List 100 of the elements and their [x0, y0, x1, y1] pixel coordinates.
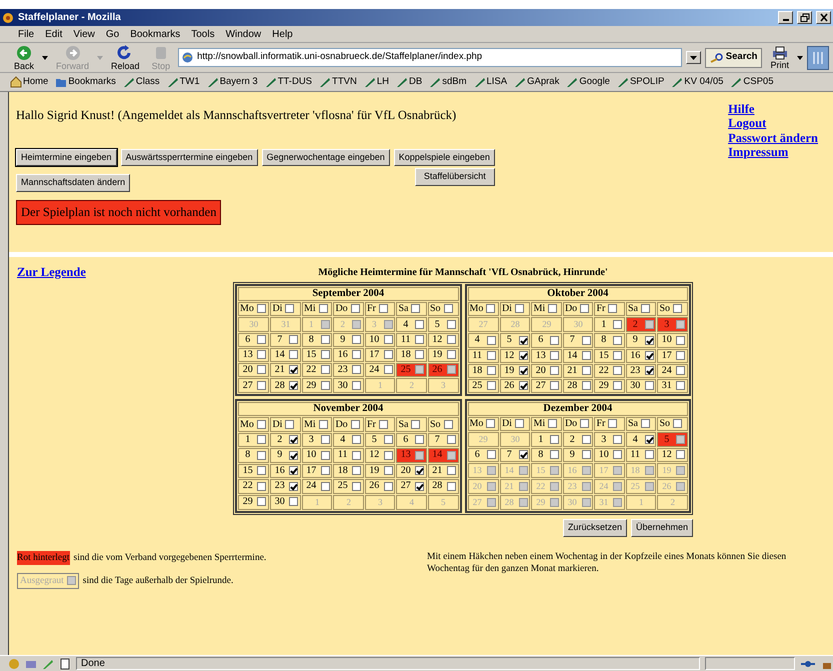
day-checkbox[interactable]	[352, 482, 362, 491]
day-checkbox[interactable]	[486, 366, 496, 375]
nav-link[interactable]: Passwort ändern	[728, 130, 818, 146]
day-checkbox[interactable]	[550, 450, 560, 460]
nav-button[interactable]: Reload	[107, 44, 144, 70]
bookmark-item[interactable]: TTVN	[319, 74, 357, 90]
bookmark-item[interactable]: TT-DUS	[264, 74, 312, 90]
nav-button[interactable]: Back	[10, 44, 38, 70]
bookmark-item[interactable]: Home	[10, 74, 48, 90]
weekday-checkbox[interactable]	[673, 304, 682, 314]
day-checkbox[interactable]	[289, 380, 298, 390]
bookmark-item[interactable]: LISA	[474, 74, 508, 90]
day-checkbox[interactable]	[257, 335, 266, 344]
weekday-checkbox[interactable]	[411, 304, 420, 314]
day-checkbox[interactable]	[644, 336, 654, 345]
day-checkbox[interactable]	[582, 434, 591, 444]
day-checkbox[interactable]	[384, 482, 393, 491]
weekday-checkbox[interactable]	[514, 419, 524, 428]
day-checkbox[interactable]	[415, 482, 424, 491]
menu-item[interactable]: Edit	[45, 26, 62, 42]
day-checkbox[interactable]	[486, 381, 496, 390]
day-checkbox[interactable]	[518, 336, 528, 345]
menu-item[interactable]: Window	[226, 26, 262, 42]
weekday-checkbox[interactable]	[580, 419, 590, 428]
day-checkbox[interactable]	[415, 435, 424, 444]
bookmark-item[interactable]: Google	[566, 74, 610, 90]
day-checkbox[interactable]	[289, 482, 298, 491]
day-checkbox[interactable]	[289, 497, 298, 506]
bookmark-item[interactable]: SPOLIP	[616, 74, 664, 90]
weekday-checkbox[interactable]	[673, 419, 682, 428]
day-checkbox[interactable]	[676, 350, 686, 360]
day-checkbox[interactable]	[582, 366, 591, 375]
weekday-checkbox[interactable]	[608, 304, 618, 314]
day-checkbox[interactable]	[446, 335, 456, 344]
weekday-checkbox[interactable]	[350, 304, 360, 314]
search-button[interactable]: Search	[704, 48, 762, 68]
weekday-checkbox[interactable]	[411, 420, 420, 429]
day-checkbox[interactable]	[384, 335, 393, 344]
day-checkbox[interactable]	[384, 365, 393, 374]
day-checkbox[interactable]	[550, 381, 560, 390]
day-checkbox[interactable]	[320, 482, 330, 491]
weekday-checkbox[interactable]	[548, 304, 558, 314]
legend-link[interactable]: Zur Legende	[17, 265, 233, 280]
nav-link[interactable]: Logout	[728, 116, 818, 131]
address-field[interactable]: http://snowball.informatik.uni-osnabrueck.de/Staffelplaner/index.php	[178, 48, 682, 67]
day-checkbox[interactable]	[446, 320, 456, 329]
day-checkbox[interactable]	[518, 381, 528, 390]
close-button[interactable]	[816, 11, 831, 24]
page-button[interactable]: Staffelübersicht	[414, 168, 495, 186]
day-checkbox[interactable]	[320, 435, 330, 444]
day-checkbox[interactable]	[415, 335, 424, 344]
bookmark-item[interactable]: LH	[364, 74, 389, 90]
day-checkbox[interactable]	[446, 482, 456, 491]
day-checkbox[interactable]	[289, 450, 298, 460]
page-button[interactable]: Koppelspiele eingeben	[394, 148, 495, 166]
day-checkbox[interactable]	[613, 434, 622, 444]
page-button[interactable]: Mannschaftsdaten ändern	[16, 174, 130, 192]
day-checkbox[interactable]	[320, 466, 330, 476]
weekday-checkbox[interactable]	[640, 304, 650, 314]
bookmark-item[interactable]: DB	[396, 74, 422, 90]
day-checkbox[interactable]	[320, 380, 330, 390]
day-checkbox[interactable]	[415, 466, 424, 476]
day-checkbox[interactable]	[518, 350, 528, 360]
day-checkbox[interactable]	[320, 365, 330, 374]
day-checkbox[interactable]	[446, 350, 456, 360]
day-checkbox[interactable]	[384, 450, 393, 460]
weekday-checkbox[interactable]	[256, 420, 266, 429]
day-checkbox[interactable]	[582, 450, 591, 460]
day-checkbox[interactable]	[550, 434, 560, 444]
weekday-checkbox[interactable]	[548, 419, 558, 428]
day-checkbox[interactable]	[613, 450, 622, 460]
day-checkbox[interactable]	[384, 466, 393, 476]
minimize-button[interactable]	[778, 11, 793, 24]
day-checkbox[interactable]	[550, 350, 560, 360]
menu-item[interactable]: File	[18, 26, 34, 42]
day-checkbox[interactable]	[257, 380, 266, 390]
reset-button[interactable]: Zurücksetzen	[562, 519, 627, 536]
weekday-checkbox[interactable]	[378, 420, 388, 429]
page-button[interactable]: Gegnerwochentage eingeben	[262, 148, 390, 166]
day-checkbox[interactable]	[320, 350, 330, 360]
menu-item[interactable]: View	[73, 26, 95, 42]
day-checkbox[interactable]	[352, 335, 362, 344]
weekday-checkbox[interactable]	[444, 304, 453, 314]
weekday-checkbox[interactable]	[285, 304, 294, 314]
day-checkbox[interactable]	[644, 434, 654, 444]
day-checkbox[interactable]	[289, 466, 298, 476]
day-checkbox[interactable]	[352, 435, 362, 444]
day-checkbox[interactable]	[486, 450, 496, 460]
day-checkbox[interactable]	[384, 435, 393, 444]
day-checkbox[interactable]	[446, 466, 456, 476]
day-checkbox[interactable]	[257, 497, 266, 506]
apply-button[interactable]: Übernehmen	[630, 519, 693, 536]
day-checkbox[interactable]	[384, 350, 393, 360]
weekday-checkbox[interactable]	[608, 419, 618, 428]
bookmark-item[interactable]: Bayern 3	[206, 74, 258, 90]
day-checkbox[interactable]	[257, 482, 266, 491]
bookmark-item[interactable]: Class	[122, 74, 160, 90]
day-checkbox[interactable]	[352, 380, 362, 390]
day-checkbox[interactable]	[550, 336, 560, 345]
day-checkbox[interactable]	[518, 366, 528, 375]
